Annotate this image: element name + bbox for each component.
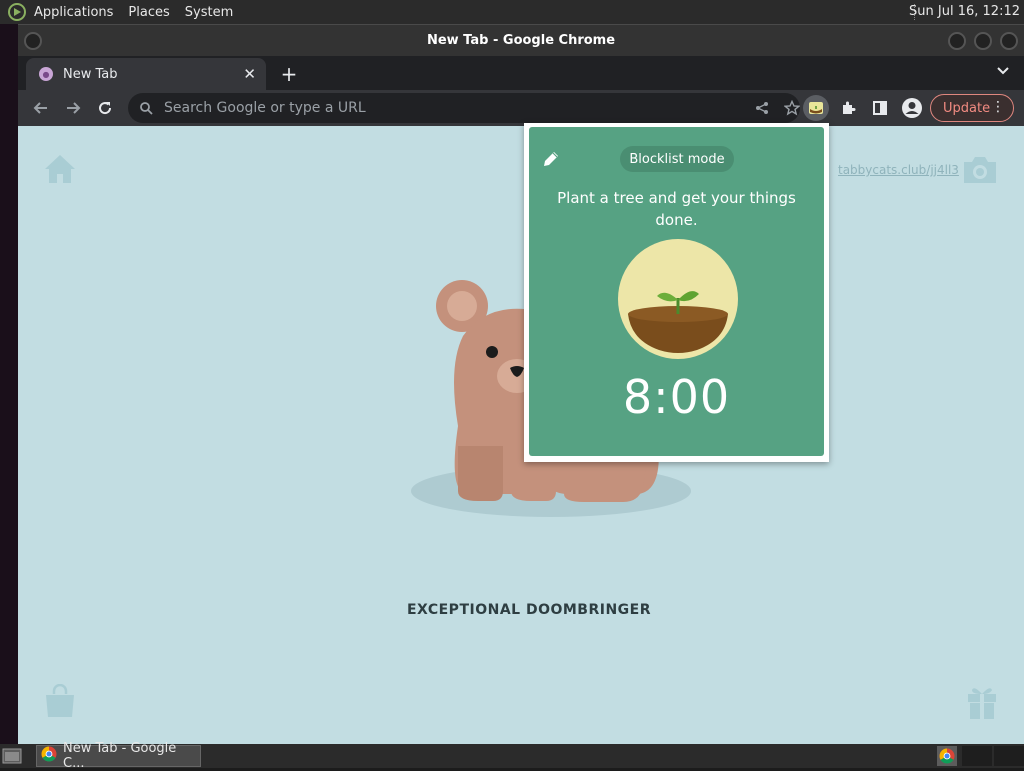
omnibox-input[interactable] <box>162 99 722 117</box>
reload-button[interactable] <box>95 98 115 118</box>
maximize-button[interactable] <box>974 32 992 50</box>
taskbar-label: New Tab - Google C... <box>63 741 177 771</box>
search-icon <box>138 100 154 116</box>
tray-chrome-icon[interactable] <box>937 746 957 766</box>
edit-pencil-icon[interactable] <box>541 149 561 173</box>
browser-window: New Tab - Google Chrome ● New Tab ✕ + Se… <box>18 24 1024 744</box>
update-button[interactable]: Update ⋮ <box>930 94 1014 122</box>
shopping-bag-icon[interactable] <box>44 683 76 722</box>
side-panel-icon[interactable] <box>867 95 893 121</box>
forward-button[interactable] <box>63 98 83 118</box>
clock[interactable]: Sun Jul 16, 12:12 <box>909 4 1020 19</box>
blocklist-mode-button[interactable]: Blocklist mode <box>620 146 734 172</box>
workspace-2[interactable] <box>994 746 1024 766</box>
forest-extension-icon[interactable] <box>803 95 829 121</box>
taskbar-chrome-window[interactable]: New Tab - Google C... <box>36 741 201 771</box>
more-menu-icon[interactable]: ⋮ <box>991 100 1005 114</box>
toolbar: Update ⋮ <box>18 90 1024 126</box>
chrome-icon <box>41 746 57 766</box>
tab-new-tab[interactable]: ● New Tab ✕ <box>26 58 266 90</box>
update-label: Update <box>943 100 991 116</box>
share-icon[interactable] <box>754 100 770 116</box>
photo-credit-link[interactable]: tabbycats.club/jj4ll3 <box>838 163 959 177</box>
new-tab-button[interactable]: + <box>278 62 300 86</box>
window-menu-button[interactable] <box>24 32 42 50</box>
extensions-puzzle-icon[interactable] <box>835 95 861 121</box>
camera-icon[interactable] <box>961 154 999 190</box>
minimize-button[interactable] <box>948 32 966 50</box>
close-window-button[interactable] <box>1000 32 1018 50</box>
workspace-1[interactable] <box>962 746 992 766</box>
menu-system[interactable]: System <box>185 5 233 20</box>
desktop-background <box>0 24 18 744</box>
countdown-timer[interactable]: 8:00 <box>529 370 824 424</box>
tab-favicon-icon: ● <box>39 67 53 81</box>
title-bar[interactable]: New Tab - Google Chrome <box>18 24 1024 56</box>
tab-label: New Tab <box>63 66 118 82</box>
back-button[interactable] <box>31 98 51 118</box>
tab-strip: ● New Tab ✕ + <box>18 56 1024 90</box>
top-panel: Applications Places System Sun Jul 16, 1… <box>0 0 1024 24</box>
forest-popup-panel: Blocklist mode Plant a tree and get your… <box>529 127 824 456</box>
gift-icon[interactable] <box>966 684 998 724</box>
window-title: New Tab - Google Chrome <box>426 33 616 48</box>
bottom-panel: New Tab - Google C... <box>0 741 1024 771</box>
new-tab-page: tabbycats.club/jj4ll3 EXCEPTIONAL DOOMBR… <box>18 126 1024 744</box>
tab-search-icon[interactable] <box>996 64 1010 82</box>
show-desktop-icon[interactable] <box>2 747 22 765</box>
menu-logo-icon[interactable] <box>6 1 28 23</box>
omnibox[interactable] <box>128 93 800 123</box>
menu-applications[interactable]: Applications <box>34 5 113 20</box>
bookmark-star-icon[interactable] <box>784 100 800 116</box>
tab-close-icon[interactable]: ✕ <box>243 65 256 83</box>
menu-places[interactable]: Places <box>128 5 169 20</box>
home-icon[interactable] <box>42 152 78 190</box>
pet-name-heading: EXCEPTIONAL DOOMBRINGER <box>406 602 652 618</box>
profile-avatar-icon[interactable] <box>899 95 925 121</box>
popup-tagline: Plant a tree and get your things done. <box>557 189 796 229</box>
forest-popup: Blocklist mode Plant a tree and get your… <box>524 123 829 462</box>
tree-planter-icon[interactable] <box>617 238 739 364</box>
